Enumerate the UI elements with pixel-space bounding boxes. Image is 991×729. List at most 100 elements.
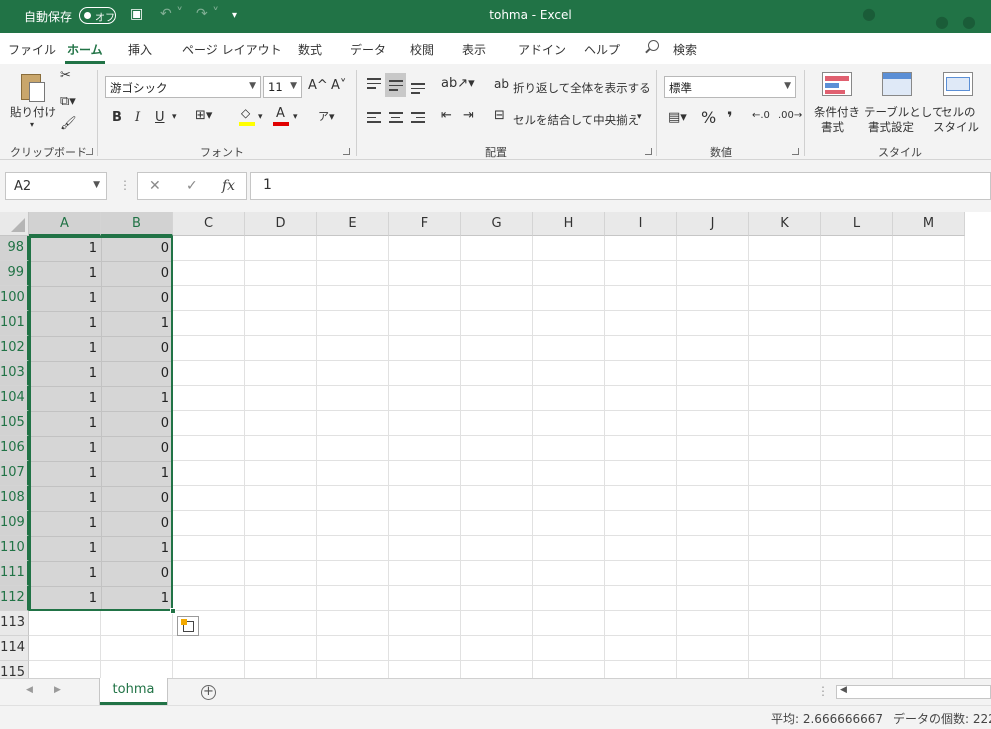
align-left-icon[interactable] [367, 112, 381, 126]
select-all-button[interactable] [0, 212, 29, 236]
wrap-text-button[interactable]: 折り返して全体を表示する [513, 80, 651, 96]
conditional-formatting-button-line2[interactable]: 書式 [821, 119, 844, 135]
column-header[interactable]: F [389, 212, 461, 236]
cell-A98[interactable]: 1 [29, 236, 101, 261]
format-as-table-button[interactable]: テーブルとして [864, 104, 943, 120]
cell-A108[interactable]: 1 [29, 486, 101, 511]
horizontal-scrollbar[interactable]: ◀ [836, 685, 991, 699]
cell-A114[interactable] [29, 636, 101, 661]
scroll-left-icon[interactable]: ◀ [840, 685, 847, 695]
increase-indent-icon[interactable]: ⇥ [463, 108, 474, 123]
next-sheet-icon[interactable]: ▶ [54, 685, 61, 695]
cell-B103[interactable]: 0 [101, 361, 173, 386]
tab-splitter-icon[interactable]: ⋮ [817, 684, 829, 698]
bold-button[interactable]: B [112, 110, 122, 125]
borders-icon[interactable]: ⊞▾ [195, 108, 212, 123]
tab-data[interactable]: データ [350, 41, 386, 58]
row-header[interactable]: 101 [0, 311, 29, 336]
row-header[interactable]: 110 [0, 536, 29, 561]
row-header[interactable]: 100 [0, 286, 29, 311]
row-header[interactable]: 111 [0, 561, 29, 586]
tab-review[interactable]: 校閲 [410, 41, 434, 58]
align-middle-icon[interactable] [389, 80, 403, 94]
clipboard-launcher-icon[interactable] [86, 148, 93, 155]
align-top-icon[interactable] [367, 78, 381, 92]
chevron-down-icon[interactable]: ▾ [293, 112, 298, 122]
font-name-select[interactable]: 游ゴシック ▼ [105, 76, 261, 98]
cut-icon[interactable]: ✂ [60, 68, 71, 83]
cell-B108[interactable]: 0 [101, 486, 173, 511]
column-header[interactable]: A [29, 212, 101, 236]
cell-A104[interactable]: 1 [29, 386, 101, 411]
row-header[interactable]: 112 [0, 586, 29, 611]
cell-B107[interactable]: 1 [101, 461, 173, 486]
align-right-icon[interactable] [411, 112, 425, 126]
grow-font-button[interactable]: A^ [308, 78, 328, 93]
cell-A111[interactable]: 1 [29, 561, 101, 586]
tab-insert[interactable]: 挿入 [128, 41, 152, 58]
cell-A101[interactable]: 1 [29, 311, 101, 336]
merge-center-button[interactable]: セルを結合して中央揃え [513, 112, 639, 128]
cell-B98[interactable]: 0 [101, 236, 173, 261]
column-header[interactable]: H [533, 212, 605, 236]
cell-A115[interactable] [29, 661, 101, 678]
enter-icon[interactable]: ✓ [186, 178, 198, 194]
cell-styles-icon[interactable] [943, 72, 973, 96]
row-header[interactable]: 113 [0, 611, 29, 636]
font-color-icon[interactable]: A [273, 106, 289, 126]
underline-button[interactable]: U [155, 110, 165, 125]
cell-B111[interactable]: 0 [101, 561, 173, 586]
wrap-text-icon[interactable]: ab [494, 77, 509, 91]
cell-B115[interactable] [101, 661, 173, 678]
row-header[interactable]: 108 [0, 486, 29, 511]
format-painter-icon[interactable]: 🖌 [60, 116, 77, 131]
cell-styles-button-line2[interactable]: スタイル [933, 119, 979, 135]
copy-icon[interactable]: ⧉▾ [60, 94, 76, 109]
accounting-format-icon[interactable]: ▤▾ [668, 110, 687, 125]
italic-button[interactable]: I [135, 110, 140, 125]
cell-A103[interactable]: 1 [29, 361, 101, 386]
row-header[interactable]: 115 [0, 661, 29, 678]
number-format-select[interactable]: 標準 ▼ [664, 76, 796, 98]
alignment-launcher-icon[interactable] [645, 148, 652, 155]
comma-button[interactable]: ❜ [727, 108, 733, 127]
percent-button[interactable]: % [701, 108, 716, 127]
orientation-icon[interactable]: ab↗▾ [441, 76, 475, 91]
cell-A102[interactable]: 1 [29, 336, 101, 361]
cell-A105[interactable]: 1 [29, 411, 101, 436]
column-header[interactable]: I [605, 212, 677, 236]
column-header[interactable]: J [677, 212, 749, 236]
font-launcher-icon[interactable] [343, 148, 350, 155]
cancel-icon[interactable]: ✕ [149, 178, 161, 194]
column-header[interactable]: G [461, 212, 533, 236]
cell-B105[interactable]: 0 [101, 411, 173, 436]
row-header[interactable]: 109 [0, 511, 29, 536]
tab-file[interactable]: ファイル [8, 41, 56, 58]
row-header[interactable]: 105 [0, 411, 29, 436]
name-box[interactable]: A2 ▼ [5, 172, 107, 200]
row-header[interactable]: 114 [0, 636, 29, 661]
column-header[interactable]: D [245, 212, 317, 236]
conditional-formatting-icon[interactable] [822, 72, 852, 96]
column-header[interactable]: C [173, 212, 245, 236]
cell-B113[interactable] [101, 611, 173, 636]
conditional-formatting-button[interactable]: 条件付き [814, 104, 860, 120]
row-header[interactable]: 102 [0, 336, 29, 361]
quick-analysis-icon[interactable] [177, 616, 199, 636]
insert-function-icon[interactable]: fx [222, 178, 235, 194]
cell-B101[interactable]: 1 [101, 311, 173, 336]
cell-B112[interactable]: 1 [101, 586, 173, 611]
tab-home[interactable]: ホーム [65, 41, 105, 64]
cell-B100[interactable]: 0 [101, 286, 173, 311]
font-size-select[interactable]: 11 ▼ [263, 76, 302, 98]
column-header[interactable]: E [317, 212, 389, 236]
cell-B106[interactable]: 0 [101, 436, 173, 461]
cell-A110[interactable]: 1 [29, 536, 101, 561]
add-sheet-icon[interactable]: + [201, 685, 216, 700]
prev-sheet-icon[interactable]: ◀ [26, 685, 33, 695]
paste-dropdown-icon[interactable]: ▾ [30, 120, 34, 129]
align-bottom-icon[interactable] [411, 83, 425, 97]
tab-page-layout[interactable]: ページ レイアウト [182, 41, 282, 58]
tab-view[interactable]: 表示 [462, 41, 486, 58]
cell-B102[interactable]: 0 [101, 336, 173, 361]
